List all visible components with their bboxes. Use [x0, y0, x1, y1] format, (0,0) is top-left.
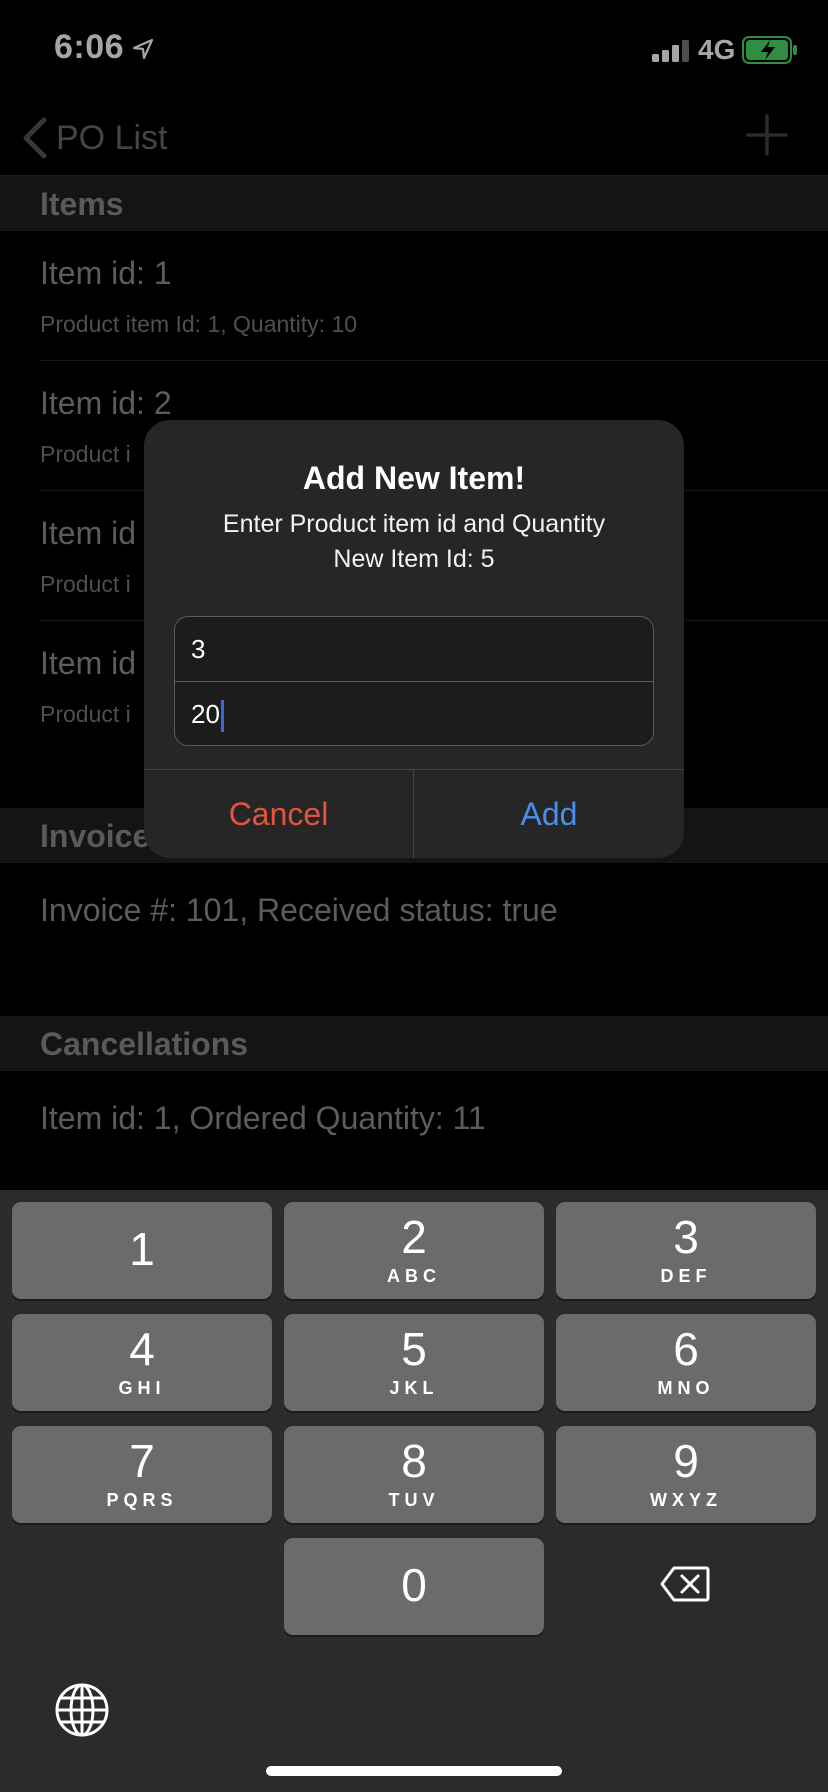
key-letters: MNO: [657, 1378, 715, 1398]
key-5[interactable]: 5 JKL: [284, 1314, 544, 1411]
key-2[interactable]: 2 ABC: [284, 1202, 544, 1299]
globe-icon[interactable]: [54, 1682, 110, 1738]
key-letters: WXYZ: [650, 1490, 722, 1510]
alert-buttons: Cancel Add: [144, 769, 684, 858]
key-digit: 0: [401, 1559, 427, 1611]
key-digit: 5: [401, 1323, 427, 1375]
alert-title: Add New Item!: [302, 460, 526, 496]
text-cursor: [220, 700, 224, 733]
add-button[interactable]: Add: [414, 770, 684, 858]
alert-fields: 3 20: [174, 616, 654, 746]
key-9[interactable]: 9 WXYZ: [556, 1426, 816, 1523]
key-digit: 1: [129, 1223, 155, 1275]
key-digit: 4: [129, 1323, 155, 1375]
alert-new-item-id: New Item Id: 5: [333, 545, 495, 573]
cancel-button[interactable]: Cancel: [144, 770, 414, 858]
alert-message: Enter Product item id and Quantity: [222, 510, 606, 538]
key-letters: DEF: [660, 1266, 712, 1286]
key-letters: JKL: [389, 1378, 439, 1398]
home-indicator: [266, 1766, 562, 1776]
key-digit: 9: [673, 1435, 699, 1487]
key-digit: 7: [129, 1435, 155, 1487]
quantity-value: 20: [191, 699, 220, 729]
key-letters: TUV: [388, 1490, 440, 1510]
key-7[interactable]: 7 PQRS: [12, 1426, 272, 1523]
product-item-id-field[interactable]: 3: [175, 617, 653, 681]
key-letters: ABC: [387, 1266, 441, 1286]
key-6[interactable]: 6 MNO: [556, 1314, 816, 1411]
backspace-icon[interactable]: [660, 1566, 710, 1602]
add-item-alert: Add New Item! Enter Product item id and …: [144, 420, 684, 858]
key-4[interactable]: 4 GHI: [12, 1314, 272, 1411]
key-digit: 8: [401, 1435, 427, 1487]
key-0[interactable]: 0: [284, 1538, 544, 1635]
key-letters: PQRS: [106, 1490, 178, 1510]
key-letters: GHI: [118, 1378, 166, 1398]
key-3[interactable]: 3 DEF: [556, 1202, 816, 1299]
key-1[interactable]: 1: [12, 1202, 272, 1299]
key-8[interactable]: 8 TUV: [284, 1426, 544, 1523]
key-digit: 6: [673, 1323, 699, 1375]
key-digit: 2: [401, 1211, 427, 1263]
key-digit: 3: [673, 1211, 699, 1263]
product-item-id-value: 3: [191, 634, 206, 664]
quantity-field[interactable]: 20: [175, 681, 653, 745]
